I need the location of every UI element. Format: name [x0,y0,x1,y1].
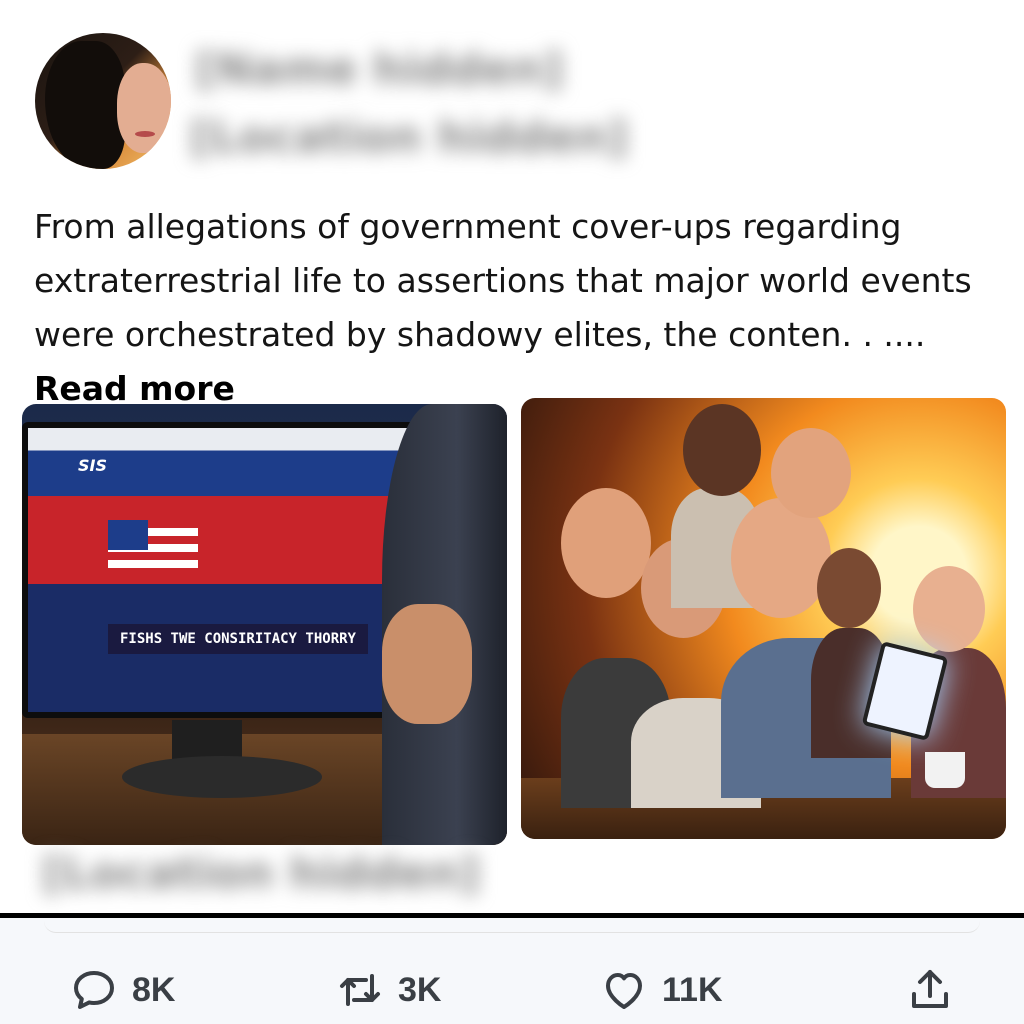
retweet-icon [340,974,380,1006]
post-image-left[interactable]: SIS FISHS TWE CONSIRITACY THORRY [22,404,507,845]
footer-handle: [Location hidden] [42,848,480,899]
post-image-right[interactable] [521,398,1006,839]
read-more-link[interactable]: Read more [34,369,235,408]
avatar[interactable] [35,33,171,169]
comment-icon [74,971,114,1009]
reply-button[interactable]: 8K [70,962,175,1018]
card-edge [44,918,980,933]
author-name[interactable]: [Name hidden] [195,44,563,95]
retweet-count: 3K [398,970,442,1009]
screen-banner: FISHS TWE CONSIRITACY THORRY [108,624,368,654]
heart-icon [606,973,642,1009]
share-icon [912,970,948,1008]
share-button[interactable] [906,962,954,1018]
post-text: From allegations of government cover-ups… [34,200,994,416]
like-count: 11K [662,970,723,1009]
post-body: From allegations of government cover-ups… [34,207,972,354]
like-button[interactable]: 11K [600,962,723,1018]
screen-logo: SIS [78,456,107,475]
reply-count: 8K [132,970,176,1009]
retweet-button[interactable]: 3K [336,962,441,1018]
author-handle[interactable]: [Location hidden] [190,112,628,163]
